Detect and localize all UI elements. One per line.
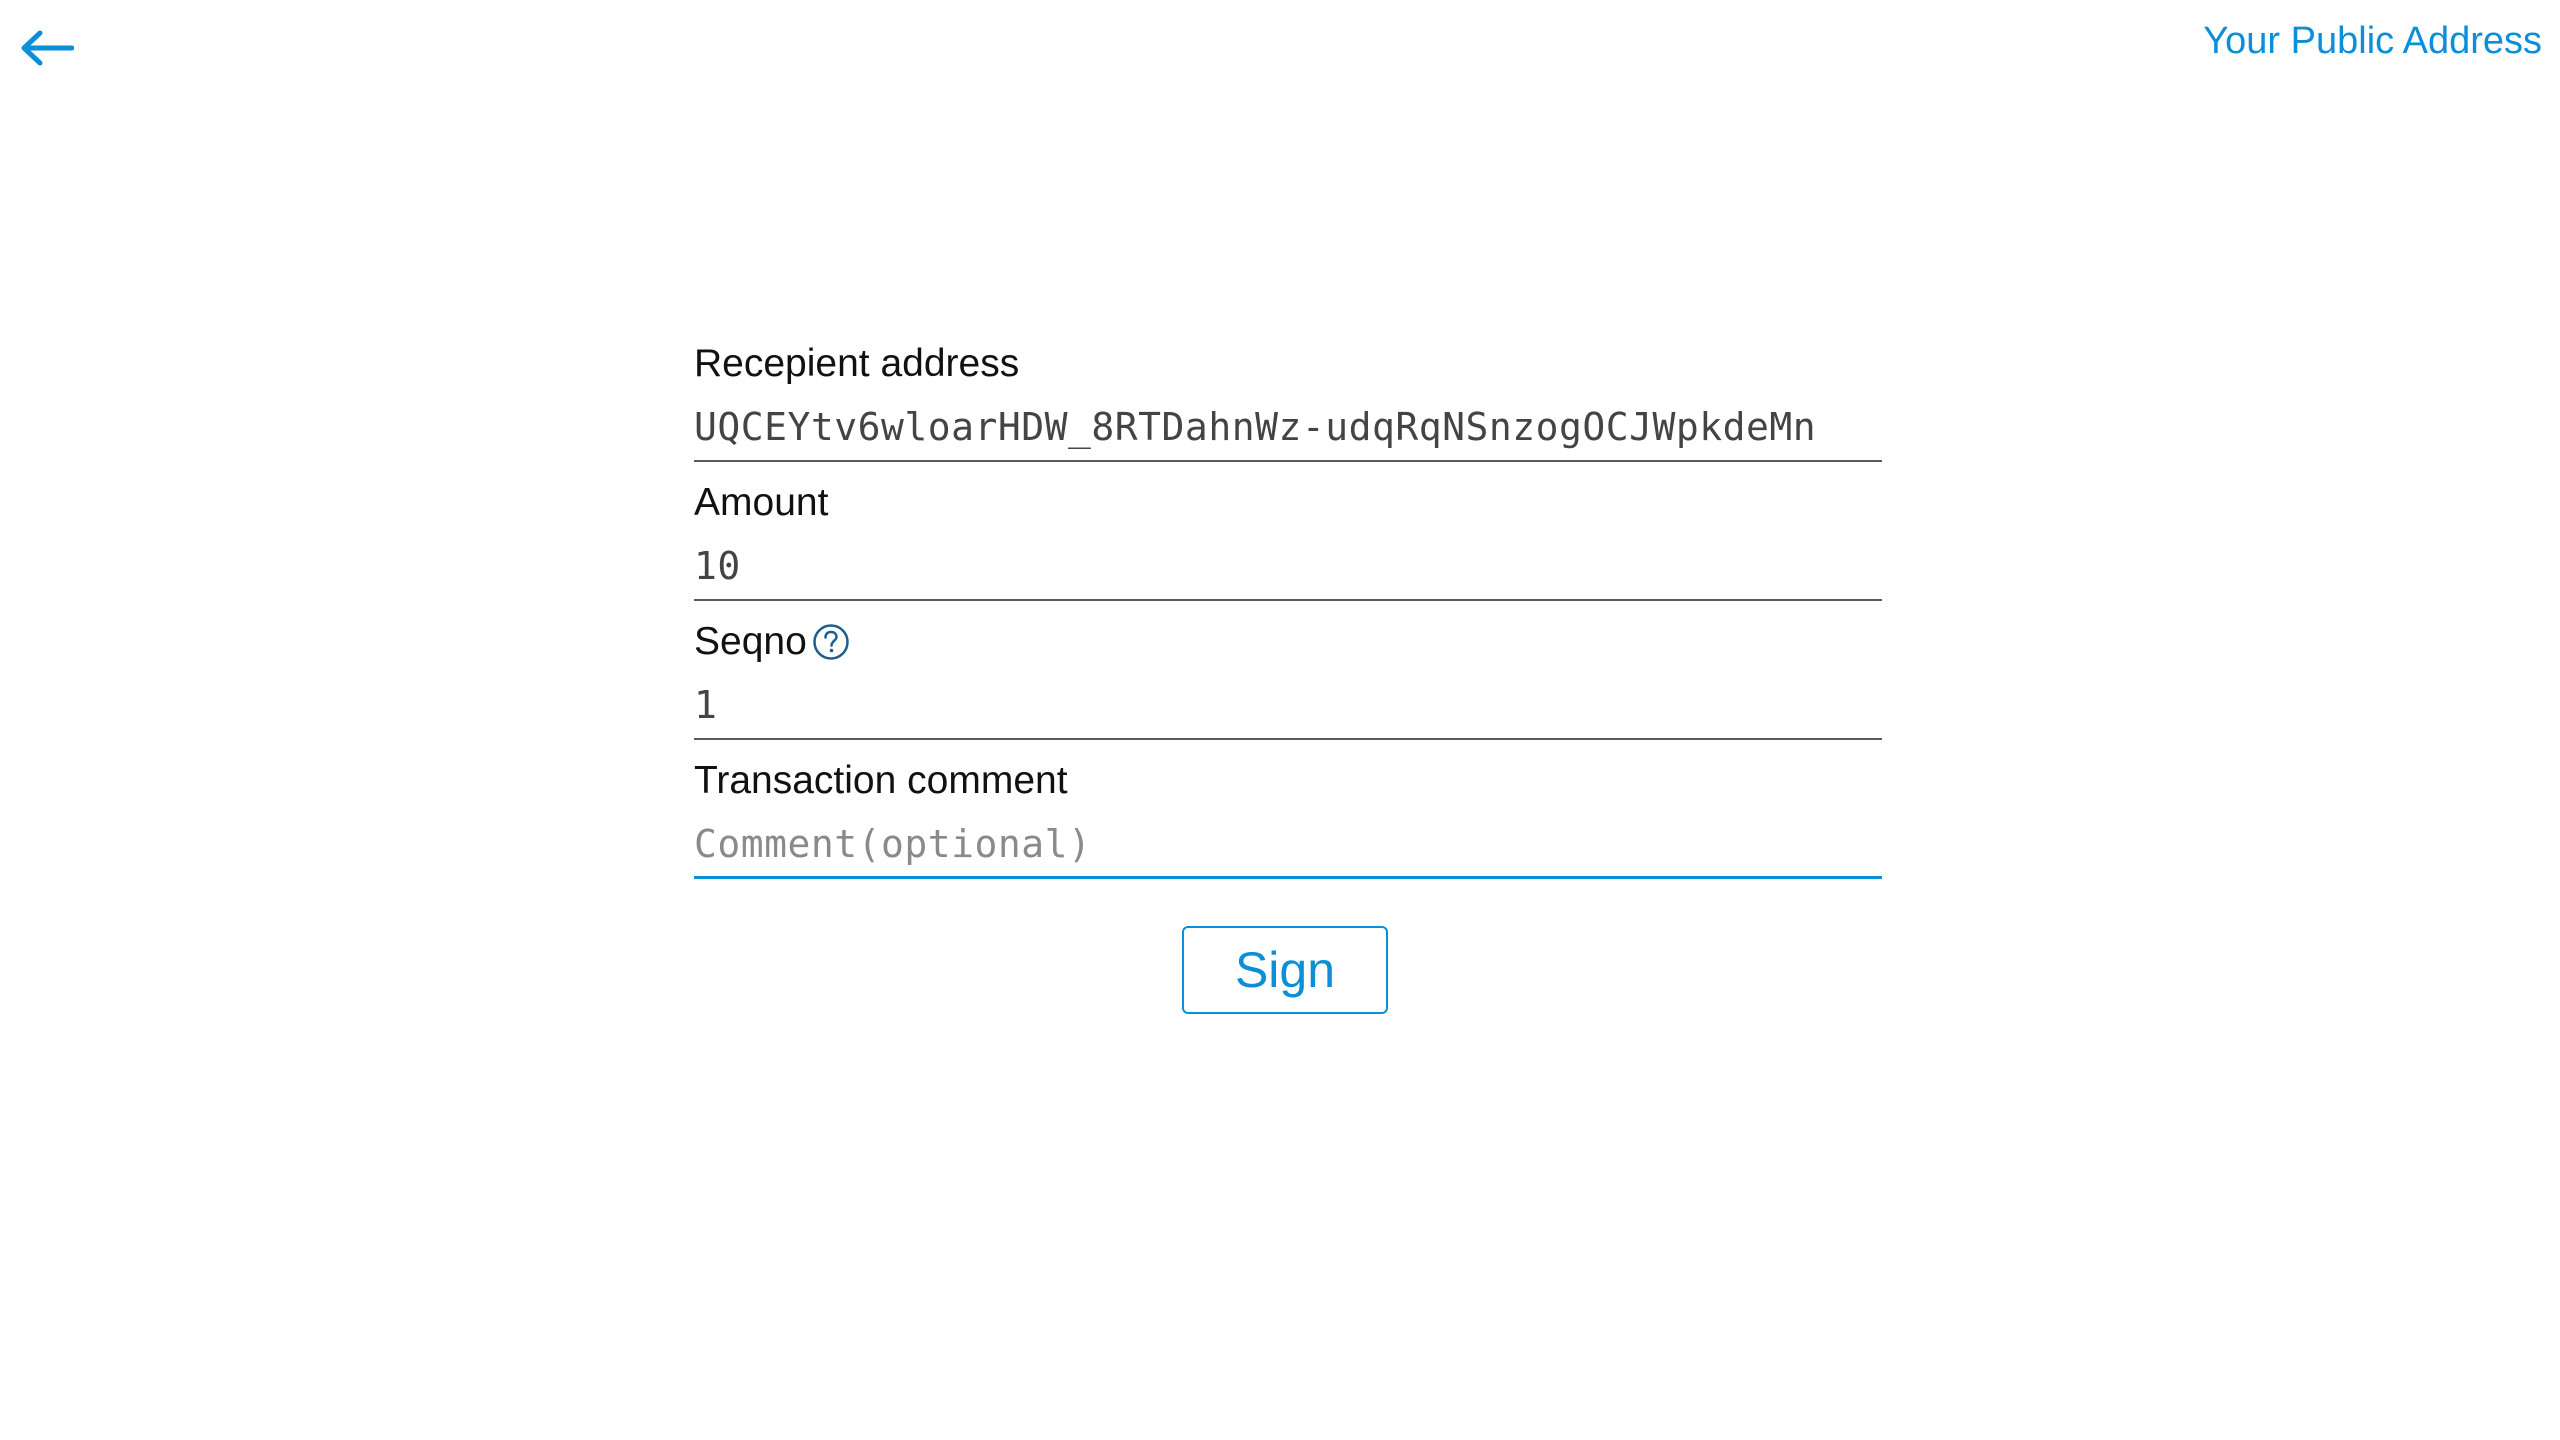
- comment-label-text: Transaction comment: [694, 759, 1068, 802]
- public-address-link[interactable]: Your Public Address: [2203, 20, 2542, 63]
- seqno-input[interactable]: [694, 672, 1882, 740]
- seqno-label: Seqno: [694, 616, 1882, 668]
- sign-button[interactable]: Sign: [1182, 926, 1388, 1014]
- comment-input[interactable]: [694, 811, 1882, 879]
- top-bar: Your Public Address: [0, 0, 2560, 100]
- amount-label-text: Amount: [694, 481, 829, 524]
- recipient-label: Recepient address: [694, 338, 1882, 390]
- amount-label: Amount: [694, 477, 1882, 529]
- amount-input[interactable]: [694, 533, 1882, 601]
- recipient-field: Recepient address: [694, 338, 1882, 477]
- back-button[interactable]: [18, 22, 76, 78]
- seqno-field: Seqno: [694, 616, 1882, 755]
- comment-label: Transaction comment: [694, 755, 1882, 807]
- arrow-left-icon: [20, 30, 75, 71]
- seqno-label-text: Seqno: [694, 620, 807, 663]
- question-circle-icon[interactable]: [812, 623, 850, 661]
- recipient-address-input[interactable]: [694, 394, 1882, 462]
- amount-field: Amount: [694, 477, 1882, 616]
- sign-form: Recepient address Amount Seqno Transacti…: [694, 338, 1882, 894]
- recipient-label-text: Recepient address: [694, 342, 1020, 385]
- comment-field: Transaction comment: [694, 755, 1882, 894]
